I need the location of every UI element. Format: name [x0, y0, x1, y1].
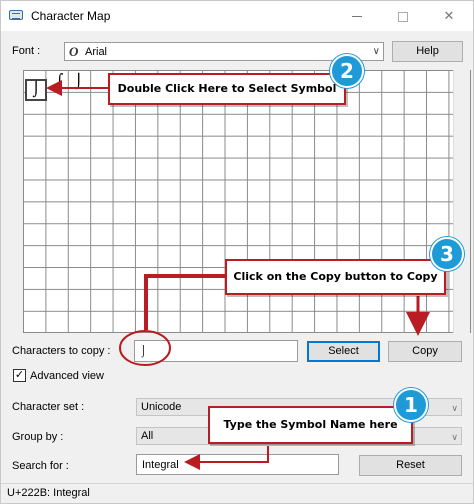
character-cell[interactable]: ⌡: [75, 74, 82, 90]
group-by-value: All: [141, 430, 154, 442]
characters-to-copy-input[interactable]: ⌡: [134, 340, 298, 362]
characters-to-copy-label: Characters to copy :: [12, 345, 111, 357]
help-button[interactable]: Help: [392, 41, 463, 62]
chevron-down-icon: ∨: [451, 432, 458, 442]
minimize-button[interactable]: [335, 1, 379, 31]
close-button[interactable]: ✕: [427, 1, 471, 31]
character-set-value: Unicode: [141, 401, 182, 413]
character-set-label: Character set :: [12, 401, 85, 413]
title-bar: Character Map ✕: [1, 1, 473, 31]
step2-callout: Double Click Here to Select Symbol: [108, 73, 346, 105]
step1-badge: 1: [394, 388, 428, 422]
maximize-icon: [398, 11, 408, 22]
minimize-icon: [352, 16, 362, 18]
chevron-down-icon: ∨: [372, 46, 380, 57]
maximize-button[interactable]: [381, 1, 425, 31]
character-cell[interactable]: ⌠: [56, 74, 63, 90]
character-map-app-icon: [9, 10, 23, 20]
group-by-label: Group by :: [12, 431, 64, 443]
copy-button[interactable]: Copy: [388, 341, 462, 362]
font-label: Font :: [12, 45, 41, 57]
reset-button[interactable]: Reset: [359, 455, 462, 476]
search-input[interactable]: Integral: [136, 454, 339, 475]
step3-callout: Click on the Copy button to Copy: [225, 259, 446, 295]
selected-character-cell[interactable]: ⌡: [25, 79, 47, 101]
chevron-down-icon: ∨: [451, 403, 458, 413]
select-button[interactable]: Select: [307, 341, 380, 362]
opentype-font-icon: O: [69, 44, 79, 59]
status-bar: U+222B: Integral: [1, 483, 473, 503]
font-dropdown-value: Arial: [85, 46, 108, 58]
step1-callout: Type the Symbol Name here: [208, 406, 413, 444]
advanced-view-checkbox[interactable]: ✓: [13, 369, 26, 382]
advanced-view-label: Advanced view: [30, 370, 104, 382]
step3-badge: 3: [430, 237, 464, 271]
step2-badge: 2: [330, 54, 364, 88]
close-icon: ✕: [443, 8, 455, 23]
grid-scrollbar[interactable]: [453, 70, 470, 333]
window-title: Character Map: [31, 9, 111, 23]
search-for-label: Search for :: [12, 460, 69, 472]
